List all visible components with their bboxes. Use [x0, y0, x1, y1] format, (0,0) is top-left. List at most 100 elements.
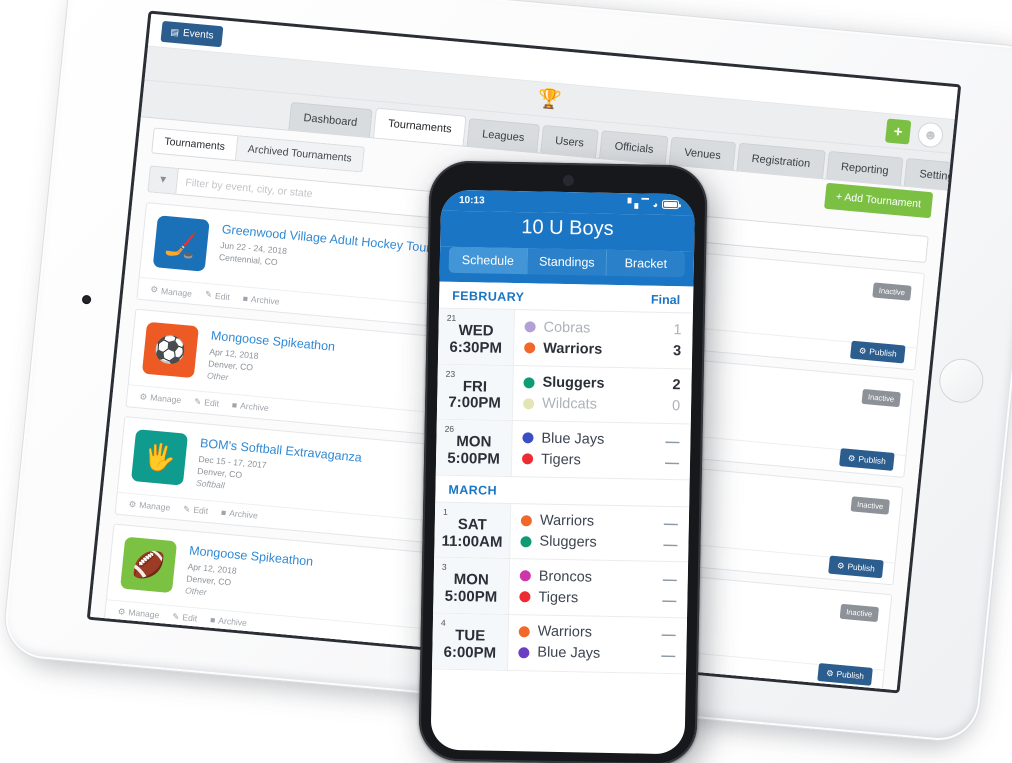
globe-icon: ⚙ [858, 345, 867, 356]
team-score: — [661, 647, 676, 664]
game-row[interactable]: 4 TUE 6:00PM Warriors — Blue Jays — [432, 613, 688, 674]
team-name: Sluggers [542, 374, 605, 392]
game-time: 6:00PM [443, 643, 497, 662]
team-score: 3 [672, 342, 682, 359]
team-line: Tigers — [521, 448, 680, 472]
game-time: 6:30PM [449, 338, 503, 357]
team-line: Blue Jays — [522, 427, 680, 451]
segment-bracket[interactable]: Bracket [606, 249, 686, 278]
globe-icon: ⚙ [836, 560, 846, 571]
game-teams: Warriors — Blue Jays — [508, 615, 687, 673]
phone-page-title: 10 U Boys [440, 210, 695, 252]
game-teams: Sluggers 2 Wildcats 0 [513, 366, 692, 424]
tab-users[interactable]: Users [539, 124, 600, 158]
trophy-icon: 🏆 [536, 88, 563, 112]
pencil-icon: ✎ [182, 503, 191, 515]
battery-icon [661, 199, 680, 210]
team-name: Sluggers [539, 533, 597, 551]
hockey-icon: 🏒 [152, 215, 210, 272]
soccer-ball-icon: ⚽ [141, 321, 199, 379]
team-name: Blue Jays [537, 645, 601, 663]
game-row[interactable]: 26 MON 5:00PM Blue Jays — Tigers — [435, 419, 691, 481]
team-score: — [664, 453, 680, 470]
month-label: FEBRUARY [452, 288, 525, 305]
team-color-dot [520, 535, 532, 548]
archive-action[interactable]: ■ Archive [210, 615, 248, 628]
game-time: 7:00PM [448, 394, 502, 413]
status-time: 10:13 [458, 194, 485, 207]
filter-icon: ▼ [147, 165, 178, 195]
gear-icon: ⚙ [117, 605, 126, 617]
manage-action[interactable]: ⚙ Manage [117, 606, 160, 621]
team-color-dot [519, 591, 531, 603]
team-score: — [662, 591, 677, 609]
game-teams: Blue Jays — Tigers — [512, 421, 691, 479]
team-name: Warriors [537, 624, 593, 642]
game-row[interactable]: 21 WED 6:30PM Cobras 1 Warriors 3 [437, 308, 693, 370]
edit-action[interactable]: ✎ Edit [183, 504, 209, 517]
game-row[interactable]: 1 SAT 11:00AM Warriors — Sluggers — [434, 502, 690, 563]
segment-schedule[interactable]: Schedule [448, 246, 529, 275]
segment-standings[interactable]: Standings [527, 248, 608, 276]
globe-icon: ⚙ [847, 452, 856, 464]
schedule-list: FEBRUARY Final 21 WED 6:30PM Cobras 1 Warriors 3… [432, 281, 694, 674]
archive-icon: ■ [220, 507, 227, 518]
status-icons: ▘▖▔ ◕ [628, 198, 680, 210]
team-name: Tigers [540, 451, 581, 469]
game-time: 5:00PM [444, 587, 498, 606]
team-color-dot [524, 321, 536, 333]
tab-officials[interactable]: Officials [599, 130, 669, 165]
edit-action[interactable]: ✎ Edit [194, 396, 220, 409]
user-avatar-icon[interactable]: ☻ [916, 120, 945, 149]
team-color-dot [522, 432, 534, 444]
team-line: Warriors 3 [524, 337, 681, 361]
manage-action[interactable]: ⚙ Manage [150, 284, 193, 299]
team-name: Tigers [538, 589, 579, 607]
team-score: — [663, 536, 678, 553]
team-line: Warriors — [520, 510, 678, 534]
gear-icon: ⚙ [149, 283, 159, 295]
game-time: 11:00AM [441, 532, 503, 551]
phone-screen: 10:13 ▘▖▔ ◕ 10 U Boys Schedule Standings B… [430, 189, 696, 755]
team-name: Wildcats [541, 395, 598, 413]
game-row[interactable]: 23 FRI 7:00PM Sluggers 2 Wildcats 0 [436, 364, 692, 425]
archive-icon: ■ [242, 292, 249, 304]
month-label: MARCH [448, 482, 498, 498]
device-mockup-scene: ▤ Events 🏆 + ☻ Dashboard Tournaments Leagu… [0, 0, 1012, 763]
team-line: Broncos — [519, 566, 677, 590]
segmented-control: Schedule Standings Bracket [439, 246, 695, 287]
archive-action[interactable]: ■ Archive [221, 508, 259, 521]
archive-icon: ■ [231, 400, 238, 411]
team-name: Blue Jays [541, 430, 605, 448]
archive-action[interactable]: ■ Archive [242, 293, 280, 306]
pencil-icon: ✎ [171, 610, 181, 622]
game-row[interactable]: 3 MON 5:00PM Broncos — Tigers — [433, 557, 689, 619]
wifi-icon: ◕ [652, 199, 659, 210]
edit-action[interactable]: ✎ Edit [172, 611, 198, 624]
header-actions: + ☻ [885, 118, 945, 149]
gear-icon: ⚙ [128, 498, 137, 510]
team-line: Blue Jays — [518, 642, 675, 666]
team-score: — [661, 626, 676, 643]
pencil-icon: ✎ [204, 288, 213, 300]
calendar-icon: ▤ [170, 26, 180, 37]
edit-action[interactable]: ✎ Edit [204, 288, 231, 302]
subtab-tournaments[interactable]: Tournaments [151, 127, 239, 162]
game-time: 5:00PM [447, 449, 500, 468]
team-score: 0 [671, 398, 681, 415]
team-color-dot [523, 376, 535, 389]
team-color-dot [518, 647, 530, 659]
game-date: 21 WED 6:30PM [437, 308, 515, 365]
game-teams: Warriors — Sluggers — [510, 504, 689, 562]
events-badge[interactable]: ▤ Events [160, 20, 224, 47]
add-button[interactable]: + [885, 118, 912, 145]
manage-action[interactable]: ⚙ Manage [139, 391, 182, 406]
game-date: 3 MON 5:00PM [433, 557, 511, 614]
final-label: Final [650, 292, 681, 308]
game-teams: Broncos — Tigers — [509, 559, 688, 617]
subtab-archived-tournaments[interactable]: Archived Tournaments [235, 135, 365, 173]
team-color-dot [524, 342, 536, 354]
manage-action[interactable]: ⚙ Manage [128, 499, 171, 514]
archive-action[interactable]: ■ Archive [231, 400, 269, 413]
team-score: — [665, 432, 680, 449]
